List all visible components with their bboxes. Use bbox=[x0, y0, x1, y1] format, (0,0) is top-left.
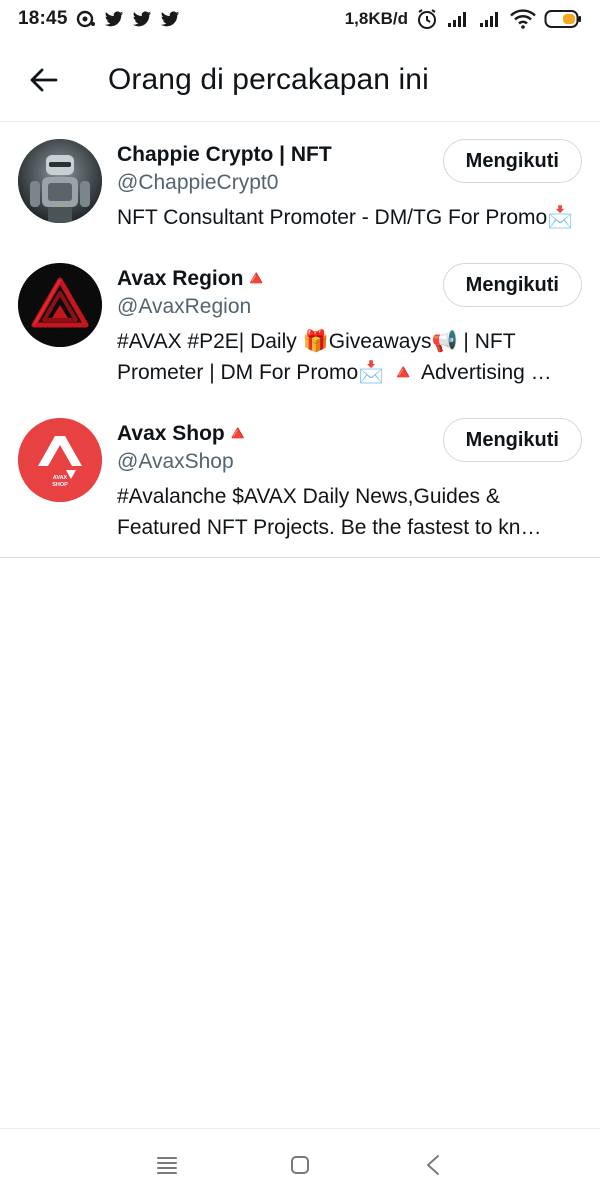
following-button[interactable]: Mengikuti bbox=[442, 418, 582, 462]
status-bar-left: 18:45 bbox=[18, 8, 180, 30]
user-handle[interactable]: @AvaxRegion bbox=[117, 293, 270, 321]
user-top: Avax Region🔺 @AvaxRegion Mengikuti bbox=[117, 263, 582, 321]
user-names: Chappie Crypto | NFT @ChappieCrypt0 bbox=[117, 139, 332, 197]
wifi-icon bbox=[510, 9, 536, 29]
recent-apps-button[interactable] bbox=[142, 1140, 192, 1190]
status-bar-right: 1,8KB/d bbox=[345, 8, 582, 30]
signal-icon bbox=[478, 10, 502, 28]
user-row[interactable]: Avax Region🔺 @AvaxRegion Mengikuti #AVAX… bbox=[0, 247, 600, 402]
home-button[interactable] bbox=[275, 1140, 325, 1190]
home-square-icon bbox=[290, 1155, 309, 1174]
alarm-icon bbox=[416, 8, 438, 30]
status-time: 18:45 bbox=[18, 8, 68, 29]
avax-shop-avatar-icon: AVAX SHOP bbox=[18, 418, 102, 502]
user-body: Avax Region🔺 @AvaxRegion Mengikuti #AVAX… bbox=[117, 263, 582, 388]
user-bio: #AVAX #P2E| Daily 🎁Giveaways📢 | NFT Prom… bbox=[117, 330, 552, 384]
battery-icon bbox=[544, 9, 582, 29]
arrow-left-icon bbox=[30, 68, 58, 91]
system-back-button[interactable] bbox=[408, 1140, 458, 1190]
user-row[interactable]: AVAX SHOP Avax Shop🔺 @AvaxShop Mengikuti… bbox=[0, 402, 600, 557]
user-bio: #Avalanche $AVAX Daily News,Guides & Fea… bbox=[117, 485, 542, 539]
avatar-text-avax: AVAX bbox=[53, 475, 68, 481]
status-bar: 18:45 1,8KB/d bbox=[0, 0, 600, 38]
user-body: Chappie Crypto | NFT @ChappieCrypt0 Meng… bbox=[117, 139, 582, 233]
display-name[interactable]: Chappie Crypto | NFT bbox=[117, 141, 332, 169]
avatar-text-shop: SHOP bbox=[52, 482, 68, 488]
user-list: Chappie Crypto | NFT @ChappieCrypt0 Meng… bbox=[0, 123, 600, 558]
system-nav-bar bbox=[0, 1128, 600, 1200]
user-names: Avax Region🔺 @AvaxRegion bbox=[117, 263, 270, 321]
user-handle[interactable]: @AvaxShop bbox=[117, 448, 251, 476]
twitter-icon bbox=[104, 10, 124, 28]
menu-icon bbox=[156, 1156, 177, 1174]
app-header: Orang di percakapan ini bbox=[0, 38, 600, 122]
notification-dot-icon bbox=[76, 10, 96, 28]
user-handle[interactable]: @ChappieCrypt0 bbox=[117, 169, 332, 197]
network-speed: 1,8KB/d bbox=[344, 9, 408, 28]
user-names: Avax Shop🔺 @AvaxShop bbox=[117, 418, 251, 476]
robot-avatar-icon bbox=[18, 139, 102, 223]
user-row[interactable]: Chappie Crypto | NFT @ChappieCrypt0 Meng… bbox=[0, 123, 600, 247]
screen: 18:45 1,8KB/d Orang di percakapan ini Ch… bbox=[0, 0, 600, 1200]
avatar[interactable] bbox=[18, 263, 102, 347]
display-name[interactable]: Avax Shop🔺 bbox=[117, 420, 251, 448]
back-button[interactable] bbox=[16, 52, 72, 108]
display-name[interactable]: Avax Region🔺 bbox=[117, 265, 270, 293]
red-triangle-avatar-icon bbox=[18, 263, 102, 347]
signal-icon bbox=[446, 10, 470, 28]
avatar[interactable] bbox=[18, 139, 102, 223]
page-title: Orang di percakapan ini bbox=[108, 62, 429, 96]
twitter-icon bbox=[132, 10, 152, 28]
avatar[interactable]: AVAX SHOP bbox=[18, 418, 102, 502]
following-button[interactable]: Mengikuti bbox=[442, 263, 582, 307]
twitter-icon bbox=[160, 10, 180, 28]
user-top: Avax Shop🔺 @AvaxShop Mengikuti bbox=[117, 418, 582, 476]
following-button[interactable]: Mengikuti bbox=[442, 139, 582, 183]
back-chevron-icon bbox=[427, 1154, 440, 1175]
user-body: Avax Shop🔺 @AvaxShop Mengikuti #Avalanch… bbox=[117, 418, 582, 543]
user-bio: NFT Consultant Promoter - DM/TG For Prom… bbox=[117, 206, 574, 229]
user-top: Chappie Crypto | NFT @ChappieCrypt0 Meng… bbox=[117, 139, 582, 197]
